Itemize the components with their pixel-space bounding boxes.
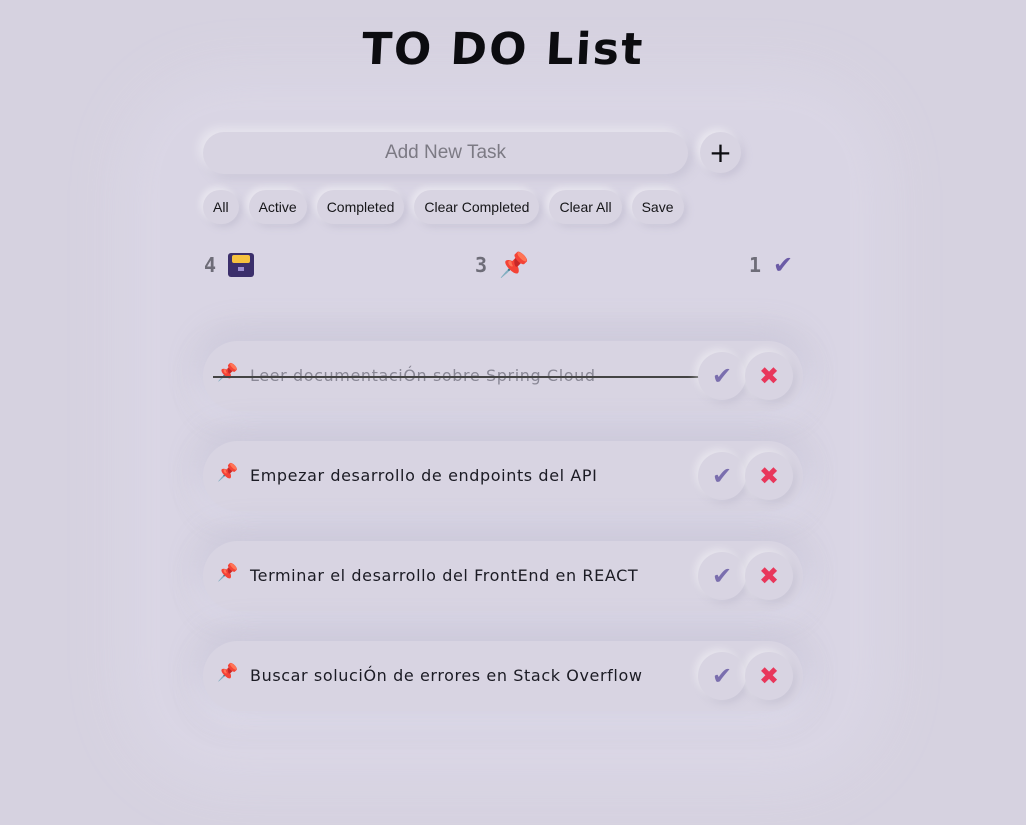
checkmark-icon: ✔ bbox=[773, 251, 794, 279]
task-item: 📌 Terminar el desarrollo del FrontEnd en… bbox=[203, 541, 803, 611]
task-text: Terminar el desarrollo del FrontEnd en R… bbox=[250, 566, 639, 585]
pushpin-icon: 📌 bbox=[217, 563, 239, 583]
save-button[interactable]: Save bbox=[631, 190, 684, 224]
completed-count: 1 ✔ bbox=[749, 253, 793, 277]
delete-task-button[interactable]: ✖ bbox=[745, 652, 793, 700]
active-count: 3 📌 bbox=[475, 253, 529, 277]
filter-all-button[interactable]: All bbox=[203, 190, 239, 224]
pushpin-icon: 📌 bbox=[217, 463, 239, 483]
clear-all-button[interactable]: Clear All bbox=[549, 190, 622, 224]
add-task-button[interactable]: + bbox=[700, 132, 741, 173]
complete-task-button[interactable]: ✔ bbox=[698, 552, 746, 600]
page-title: TO DO List bbox=[360, 24, 646, 75]
task-text: Buscar soluciÓn de errores en Stack Over… bbox=[250, 666, 643, 685]
filter-completed-button[interactable]: Completed bbox=[316, 190, 405, 224]
delete-task-button[interactable]: ✖ bbox=[745, 352, 793, 400]
pushpin-icon: 📌 bbox=[217, 663, 239, 683]
active-count-value: 3 bbox=[475, 253, 488, 277]
todo-page: TO DO List + All Active Completed Clear … bbox=[0, 0, 1026, 825]
task-item: 📌 Leer documentaciÓn sobre Spring Cloud … bbox=[203, 341, 803, 411]
pushpin-icon: 📌 bbox=[499, 251, 529, 279]
filter-active-button[interactable]: Active bbox=[248, 190, 307, 224]
delete-task-button[interactable]: ✖ bbox=[745, 552, 793, 600]
delete-task-button[interactable]: ✖ bbox=[745, 452, 793, 500]
new-task-input[interactable] bbox=[203, 132, 688, 174]
complete-task-button[interactable]: ✔ bbox=[698, 352, 746, 400]
completed-count-value: 1 bbox=[749, 253, 762, 277]
complete-task-button[interactable]: ✔ bbox=[698, 652, 746, 700]
task-item: 📌 Empezar desarrollo de endpoints del AP… bbox=[203, 441, 803, 511]
filter-bar: All Active Completed Clear Completed Cle… bbox=[203, 190, 684, 224]
card-file-box-icon bbox=[228, 253, 255, 277]
task-item: 📌 Buscar soluciÓn de errores en Stack Ov… bbox=[203, 641, 803, 711]
task-text: Empezar desarrollo de endpoints del API bbox=[250, 466, 598, 485]
complete-task-button[interactable]: ✔ bbox=[698, 452, 746, 500]
clear-completed-button[interactable]: Clear Completed bbox=[414, 190, 540, 224]
pushpin-icon: 📌 bbox=[217, 363, 239, 383]
total-count-value: 4 bbox=[204, 253, 217, 277]
task-stats: 4 3 📌 1 ✔ bbox=[0, 253, 1026, 287]
total-count: 4 bbox=[204, 253, 255, 277]
